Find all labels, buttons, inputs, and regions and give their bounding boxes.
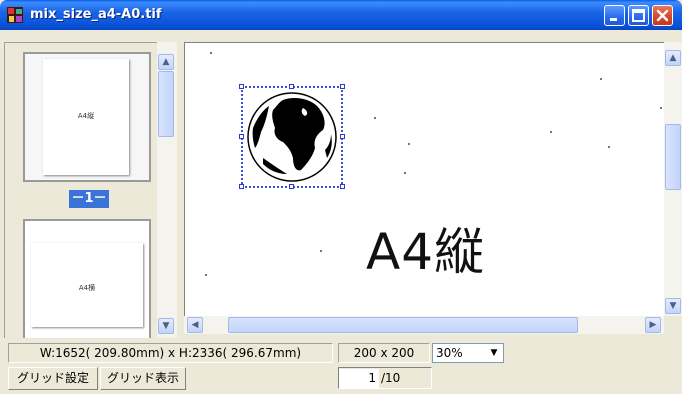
noise-dot <box>408 143 410 145</box>
chevron-up-icon: ▲ <box>669 53 677 63</box>
resize-handle[interactable] <box>340 134 345 139</box>
minimize-button[interactable] <box>604 5 625 26</box>
resize-handle[interactable] <box>289 184 294 189</box>
maximize-button[interactable] <box>628 5 649 26</box>
noise-dot <box>660 107 662 109</box>
canvas-scroll-down-button[interactable]: ▼ <box>665 298 681 314</box>
zoom-value: 30% <box>436 346 463 360</box>
resize-handle[interactable] <box>340 184 345 189</box>
thumbnail-page-image: A4縦 <box>43 59 129 175</box>
noise-dot <box>404 172 406 174</box>
close-button[interactable] <box>652 5 673 26</box>
selected-object-frame[interactable] <box>241 86 343 188</box>
page-number-badge: －1－ <box>69 190 109 208</box>
chevron-right-icon: ▶ <box>649 320 657 330</box>
canvas-vscroll-handle[interactable] <box>665 124 681 190</box>
grid-settings-button[interactable]: グリッド設定 <box>8 367 98 390</box>
resize-handle[interactable] <box>340 84 345 89</box>
chevron-down-icon: ▼ <box>490 348 498 358</box>
canvas-scroll-up-button[interactable]: ▲ <box>665 50 681 66</box>
noise-dot <box>374 117 376 119</box>
window-title: mix_size_a4-A0.tif <box>30 7 162 22</box>
noise-dot <box>600 78 602 80</box>
chevron-up-icon: ▲ <box>162 57 170 67</box>
chevron-down-icon: ▼ <box>162 321 170 331</box>
page-navigator: 1 /10 <box>338 367 432 389</box>
close-icon <box>656 9 669 22</box>
thumbnail-panel: A4縦 －1－ A4横 <box>4 42 177 338</box>
maximize-icon <box>632 9 645 22</box>
app-icon[interactable] <box>7 7 23 23</box>
noise-dot <box>608 146 610 148</box>
resize-handle[interactable] <box>289 84 294 89</box>
chevron-left-icon: ◀ <box>191 320 199 330</box>
noise-dot <box>210 52 212 54</box>
zoom-select[interactable]: 30% ▼ <box>432 343 504 363</box>
thumbnail-page-1[interactable]: A4縦 <box>23 52 151 182</box>
noise-dot <box>205 274 207 276</box>
resize-handle[interactable] <box>239 134 244 139</box>
globe-image <box>247 92 337 182</box>
noise-dot <box>550 131 552 133</box>
thumbnail-label: A4縦 <box>77 112 95 120</box>
resize-handle[interactable] <box>239 84 244 89</box>
image-dimensions: W:1652( 209.80mm) x H:2336( 296.67mm) <box>8 343 333 363</box>
canvas-scroll-left-button[interactable]: ◀ <box>187 317 203 333</box>
resize-handle[interactable] <box>239 184 244 189</box>
page-number-input[interactable]: 1 <box>339 369 379 388</box>
thumb-scrollbar-handle[interactable] <box>158 71 174 137</box>
noise-dot <box>320 250 322 252</box>
canvas-hscroll-handle[interactable] <box>228 317 578 333</box>
canvas-scroll-right-button[interactable]: ▶ <box>645 317 661 333</box>
thumbnail-label: A4横 <box>78 284 96 292</box>
document-text: A4縦 <box>366 223 486 281</box>
image-resolution: 200 x 200 <box>338 343 430 363</box>
thumbnail-page-2[interactable]: A4横 <box>23 219 151 338</box>
chevron-down-icon: ▼ <box>669 301 677 311</box>
grid-show-button[interactable]: グリッド表示 <box>100 367 186 390</box>
thumbnail-page-image: A4横 <box>31 243 143 327</box>
thumb-scroll-down-button[interactable]: ▼ <box>158 318 174 334</box>
minimize-icon <box>610 18 617 21</box>
thumb-scroll-up-button[interactable]: ▲ <box>158 54 174 70</box>
page-total: /10 <box>381 371 401 385</box>
